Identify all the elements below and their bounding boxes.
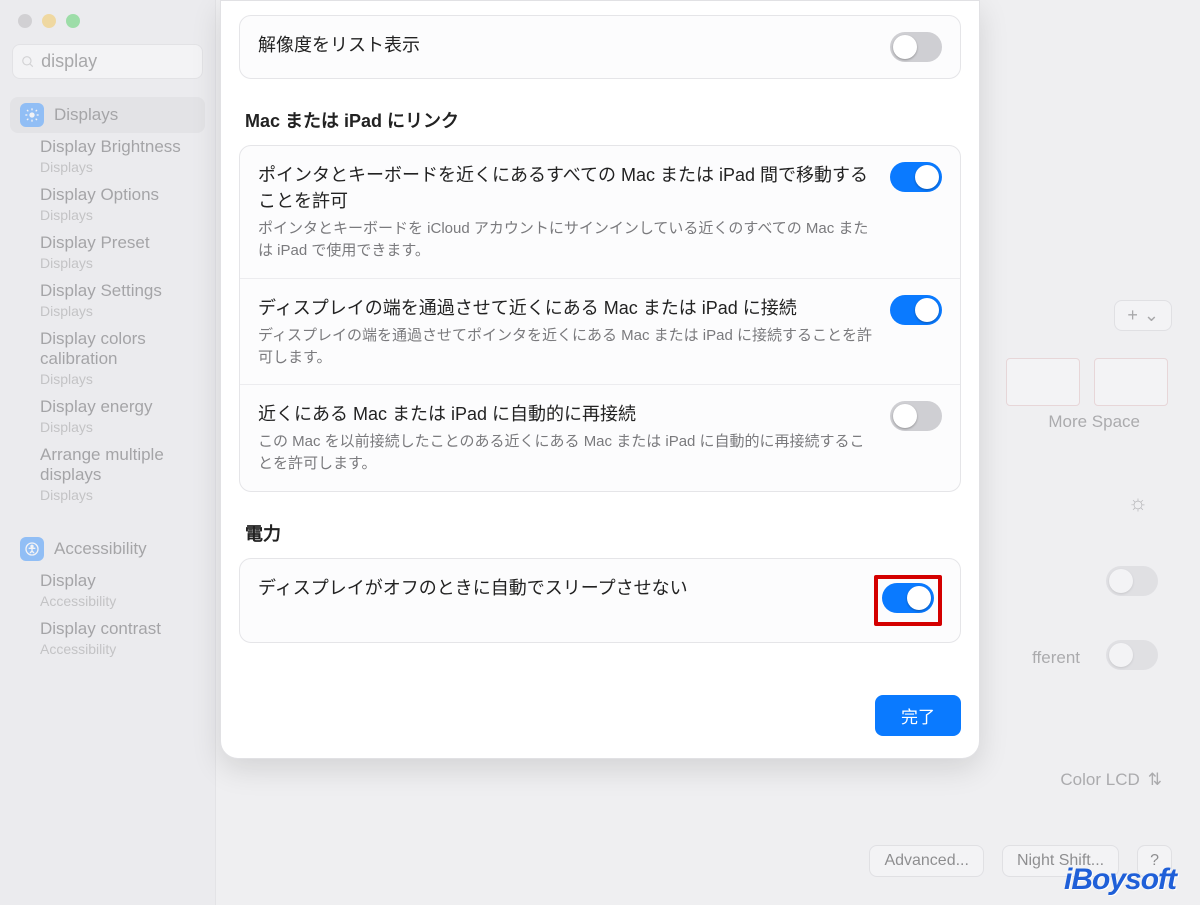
section-heading-power: 電力	[239, 514, 961, 558]
tutorial-highlight	[874, 575, 942, 626]
link-card: ポインタとキーボードを近くにあるすべての Mac または iPad 間で移動する…	[239, 145, 961, 492]
sun-icon	[20, 103, 44, 127]
advanced-button[interactable]: Advanced...	[869, 845, 984, 877]
sidebar-subitem[interactable]: DisplayAccessibility	[0, 571, 215, 619]
accessibility-icon	[20, 537, 44, 561]
close-window-dot[interactable]	[18, 14, 32, 28]
advanced-sheet: 解像度をリスト表示 Mac または iPad にリンク ポインタとキーボードを近…	[220, 0, 980, 759]
row-desc: ポインタとキーボードを iCloud アカウントにサインインしている近くのすべて…	[258, 218, 876, 262]
add-display-button[interactable]: +⌄	[1114, 300, 1172, 331]
toggle-push-through-edge[interactable]	[890, 295, 942, 325]
label-fragment: fferent	[1032, 648, 1080, 668]
resolution-label: More Space	[1048, 412, 1140, 432]
sidebar: Displays Display BrightnessDisplays Disp…	[0, 0, 216, 905]
brightness-icon: ☼	[1128, 490, 1148, 516]
search-icon	[21, 54, 35, 70]
sidebar-item-label: Accessibility	[54, 539, 147, 559]
chevron-up-down-icon: ⇅	[1148, 770, 1162, 790]
row-title: ポインタとキーボードを近くにあるすべての Mac または iPad 間で移動する…	[258, 162, 876, 214]
row-desc: この Mac を以前接続したことのある近くにある Mac または iPad に自…	[258, 431, 876, 475]
toggle-auto-reconnect[interactable]	[890, 401, 942, 431]
toggle-prevent-sleep[interactable]	[882, 583, 934, 613]
sidebar-subitem[interactable]: Arrange multiple displaysDisplays	[0, 445, 215, 513]
color-profile-select[interactable]: Color LCD⇅	[1060, 770, 1162, 790]
sidebar-item-accessibility[interactable]: Accessibility	[10, 531, 205, 567]
zoom-window-dot[interactable]	[66, 14, 80, 28]
power-card: ディスプレイがオフのときに自動でスリープさせない	[239, 558, 961, 643]
sidebar-subitem[interactable]: Display PresetDisplays	[0, 233, 215, 281]
sidebar-subitem[interactable]: Display OptionsDisplays	[0, 185, 215, 233]
search-input[interactable]	[41, 51, 194, 72]
sidebar-search[interactable]	[12, 44, 203, 79]
sidebar-subitem[interactable]: Display contrastAccessibility	[0, 619, 215, 667]
resolution-thumbnail[interactable]	[1006, 358, 1080, 406]
sidebar-subitem[interactable]: Display colors calibrationDisplays	[0, 329, 215, 397]
toggle[interactable]	[1106, 566, 1158, 596]
row-title: 近くにある Mac または iPad に自動的に再接続	[258, 401, 876, 427]
row-title: ディスプレイの端を通過させて近くにある Mac または iPad に接続	[258, 295, 876, 321]
watermark: iBoysoft	[1064, 863, 1176, 897]
sidebar-subitem[interactable]: Display energyDisplays	[0, 397, 215, 445]
sidebar-subitem[interactable]: Display BrightnessDisplays	[0, 137, 215, 185]
row-title: 解像度をリスト表示	[258, 32, 876, 58]
sidebar-item-displays[interactable]: Displays	[10, 97, 205, 133]
sidebar-subitem[interactable]: Display SettingsDisplays	[0, 281, 215, 329]
sidebar-item-label: Displays	[54, 105, 118, 125]
done-button[interactable]: 完了	[875, 695, 961, 736]
chevron-down-icon: ⌄	[1144, 305, 1159, 326]
row-title: ディスプレイがオフのときに自動でスリープさせない	[258, 575, 860, 601]
row-desc: ディスプレイの端を通過させてポインタを近くにある Mac または iPad に接…	[258, 325, 876, 369]
resolution-thumbnail[interactable]	[1094, 358, 1168, 406]
section-heading-link: Mac または iPad にリンク	[239, 101, 961, 145]
resolution-card: 解像度をリスト表示	[239, 15, 961, 79]
toggle-universal-control[interactable]	[890, 162, 942, 192]
toggle[interactable]	[1106, 640, 1158, 670]
window-traffic-lights	[0, 8, 215, 44]
toggle-list-resolutions[interactable]	[890, 32, 942, 62]
minimize-window-dot[interactable]	[42, 14, 56, 28]
